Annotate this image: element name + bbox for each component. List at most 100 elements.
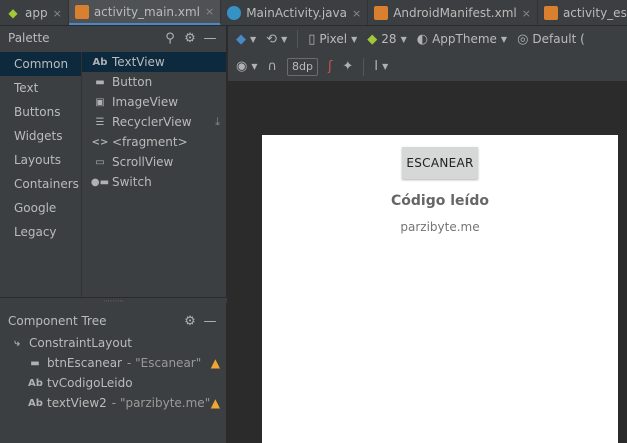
constraint-layout-icon: ⤷ [14,337,20,349]
download-icon[interactable]: ⤓ [215,115,220,129]
palette-item-label: <fragment> [112,135,188,149]
close-icon[interactable]: × [522,7,531,20]
guideline-icon: I [374,59,379,74]
palette-items: Ab TextView ▬ Button ▣ ImageView ☰ Recyc… [82,52,226,297]
locale-dropdown[interactable]: ◎ Default ( [517,32,585,47]
parzibyte-label[interactable]: parzibyte.me [262,220,618,234]
default-margin-dropdown[interactable]: 8dp [287,57,318,76]
manifest-file-icon [374,6,389,20]
palette-categories: Common Text Buttons Widgets Layouts Cont… [0,52,82,297]
phone-icon: ▯ [308,31,316,47]
palette-item-label: RecyclerView [112,115,192,129]
scrollview-icon: ▭ [95,156,105,168]
api-label: 28 [381,32,397,46]
category-buttons[interactable]: Buttons [0,100,81,124]
tree-node-detail: - "Escanear" [127,356,202,370]
palette-header: Palette ⚲ ⚙ — [0,26,226,50]
warning-icon[interactable]: ▲ [211,356,220,370]
textview-icon: Ab [28,397,43,409]
rotate-icon: ⟲ [266,31,278,47]
gear-icon[interactable]: ⚙ [180,31,200,46]
tree-node-btnescanear[interactable]: ▬ btnEscanear - "Escanear" ▲ [0,353,226,373]
component-tree-header: Component Tree ⚙ — [0,309,226,333]
category-widgets[interactable]: Widgets [0,124,81,148]
chevron-down-icon: ▼ [351,34,358,44]
infer-constraints-button[interactable]: ✦ [342,59,353,74]
tab-app[interactable]: ◆ app × [0,0,69,25]
palette-item-scrollview[interactable]: ▭ ScrollView [82,152,226,172]
button-icon: ▬ [30,357,40,369]
tree-node-textview2[interactable]: Ab textView2 - "parzibyte.me" ▲ [0,393,226,413]
tree-node-constraintlayout[interactable]: ⤷ ConstraintLayout [0,333,226,353]
palette-title: Palette [8,31,50,45]
search-icon[interactable]: ⚲ [160,31,180,46]
device-dropdown[interactable]: ▯ Pixel ▼ [308,32,357,47]
chevron-down-icon: ▼ [250,34,257,44]
tree-node-tvcodigoleido[interactable]: Ab tvCodigoLeido [0,373,226,393]
orientation-dropdown[interactable]: ⟲ ▼ [266,32,287,47]
category-text[interactable]: Text [0,76,81,100]
design-surface-dropdown[interactable]: ◆ ▼ [236,32,256,47]
android-icon: ◆ [367,31,378,47]
switch-icon: ●▬ [90,176,110,188]
palette-item-fragment[interactable]: <> <fragment> [82,132,226,152]
magnet-icon: ∩ [267,59,278,74]
clear-constraints-button[interactable]: ʃ [328,59,332,74]
palette-item-recyclerview[interactable]: ☰ RecyclerView ⤓ [82,112,226,132]
tree-node-name: btnEscanear [47,356,122,370]
tree-node-detail: - "parzibyte.me" [111,396,211,410]
gear-icon[interactable]: ⚙ [180,314,200,329]
api-level-dropdown[interactable]: ◆ 28 ▼ [367,32,406,47]
theme-label: AppTheme [432,32,497,46]
view-options-dropdown[interactable]: ◉ ▼ [236,59,258,74]
magic-wand-icon: ✦ [342,59,354,74]
tab-label: app [25,6,48,20]
tab-activity-escanea[interactable]: activity_escanea [538,0,627,25]
close-icon[interactable]: × [352,7,361,20]
design-canvas[interactable]: ESCANEAR Código leído parzibyte.me [228,83,627,443]
button-icon: ▬ [95,76,105,88]
editor-tab-bar: ◆ app × activity_main.xml × MainActivity… [0,0,627,26]
tab-label: MainActivity.java [246,6,347,20]
category-legacy[interactable]: Legacy [0,220,81,244]
palette-item-button[interactable]: ▬ Button [82,72,226,92]
guidelines-dropdown[interactable]: I ▼ [374,59,388,74]
category-containers[interactable]: Containers [0,172,81,196]
category-layouts[interactable]: Layouts [0,148,81,172]
code-read-label[interactable]: Código leído [262,193,618,209]
minimize-icon[interactable]: — [200,314,220,329]
recyclerview-icon: ☰ [95,116,105,128]
tab-android-manifest[interactable]: AndroidManifest.xml × [368,0,538,25]
close-icon[interactable]: × [53,7,62,20]
autoconnect-toggle[interactable]: ∩ [268,59,278,74]
palette-item-label: Button [112,75,153,89]
category-google[interactable]: Google [0,196,81,220]
minimize-icon[interactable]: — [200,31,220,46]
component-tree-title: Component Tree [8,314,107,328]
theme-dropdown[interactable]: ◐ AppTheme ▼ [417,32,507,47]
palette-panel: Palette ⚲ ⚙ — Common Text Buttons Widget… [0,26,227,297]
margin-value: 8dp [287,57,318,76]
clear-constraints-icon: ʃ [327,59,333,74]
imageview-icon: ▣ [95,96,105,108]
constraint-toolbar: ◉ ▼ ∩ 8dp ʃ ✦ I ▼ [228,52,627,82]
tab-label: activity_main.xml [93,4,200,19]
chevron-down-icon: ▼ [382,62,389,71]
device-preview[interactable]: ESCANEAR Código leído parzibyte.me [262,135,618,443]
palette-item-textview[interactable]: Ab TextView [82,52,226,72]
tab-main-activity[interactable]: MainActivity.java × [221,0,369,25]
warning-icon[interactable]: ▲ [211,396,220,410]
fragment-icon: <> [91,136,109,148]
tab-label: activity_escanea [562,6,627,20]
toolbar-divider [363,57,365,76]
close-icon[interactable]: × [205,5,214,18]
palette-item-switch[interactable]: ●▬ Switch [82,172,226,192]
palette-item-imageview[interactable]: ▣ ImageView [82,92,226,112]
tree-node-name: ConstraintLayout [29,336,133,350]
chevron-down-icon: ▼ [251,62,258,71]
chevron-down-icon: ▼ [400,34,407,44]
category-common[interactable]: Common [0,52,81,76]
scan-button[interactable]: ESCANEAR [402,147,478,179]
globe-icon: ◎ [517,31,529,47]
tab-activity-main[interactable]: activity_main.xml × [68,0,222,25]
